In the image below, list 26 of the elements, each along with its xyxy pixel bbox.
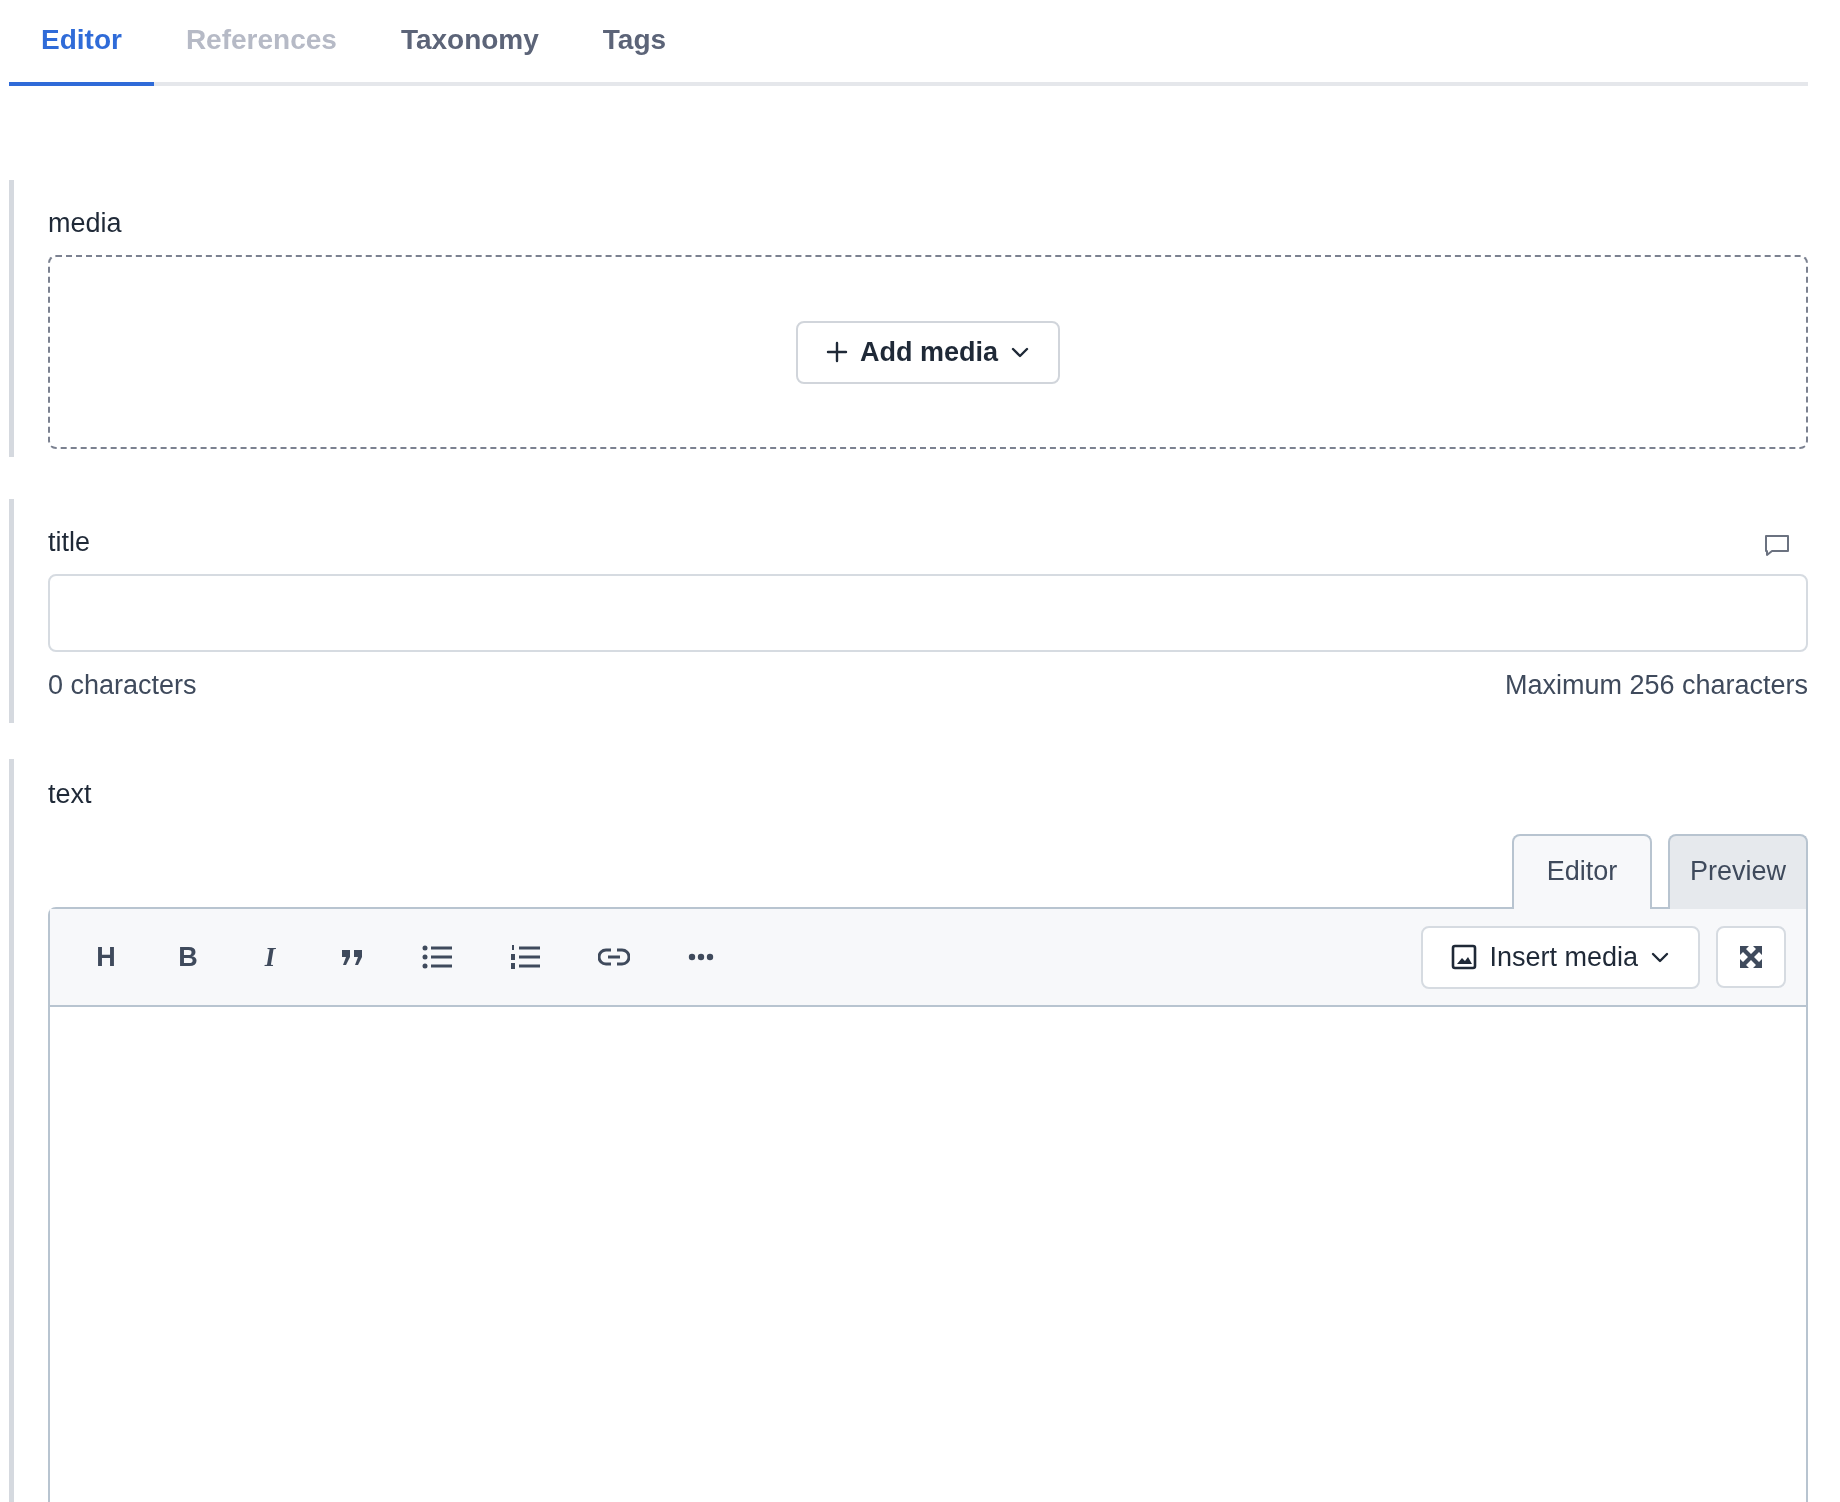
field-label: title	[48, 526, 91, 559]
expand-icon	[1738, 944, 1764, 970]
comment-icon[interactable]	[1764, 533, 1790, 558]
insert-media-button[interactable]: Insert media	[1421, 925, 1700, 989]
field-label: media	[48, 207, 123, 240]
bold-button[interactable]: B	[176, 941, 200, 973]
heading-button[interactable]: H	[94, 941, 118, 973]
fullscreen-button[interactable]	[1716, 926, 1786, 988]
maximum-characters: Maximum 256 characters	[1504, 670, 1808, 701]
tab[interactable]: Tags	[570, 0, 699, 86]
numbered-list-icon[interactable]	[510, 945, 540, 969]
title-input-field[interactable]	[48, 574, 1808, 652]
more-icon[interactable]	[688, 953, 714, 961]
mode-tab[interactable]: Preview	[1668, 834, 1808, 909]
character-count: 0 characters	[48, 670, 197, 701]
quote-icon[interactable]	[340, 947, 364, 967]
mode-tab[interactable]: Editor	[1512, 834, 1652, 909]
bullet-list-icon[interactable]	[422, 945, 452, 969]
tab[interactable]: Taxonomy	[368, 0, 571, 86]
image-icon	[1451, 944, 1478, 970]
link-icon[interactable]	[598, 948, 630, 966]
tab[interactable]: Editor	[9, 0, 154, 86]
italic-button[interactable]: I	[258, 941, 282, 973]
add-media-button[interactable]: Add media	[796, 320, 1060, 384]
field-label: text	[48, 778, 93, 811]
plus-icon	[826, 341, 848, 363]
